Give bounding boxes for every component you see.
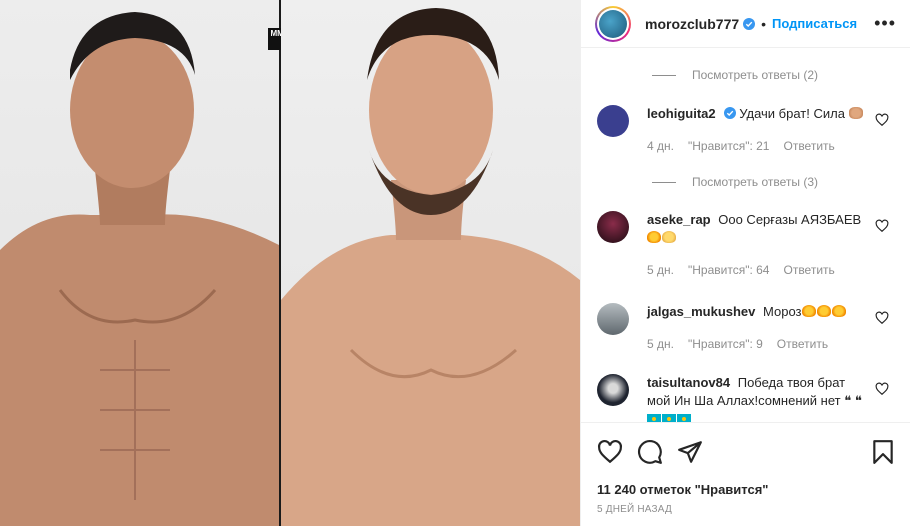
comment-text: Удачи брат! Сила: [739, 106, 845, 121]
comment-item: taisultanov84 Победа твоя брат мой Ин Ша…: [597, 374, 897, 422]
post-header: morozclub777 • Подписаться •••: [581, 0, 910, 48]
comment-username[interactable]: jalgas_mukushev: [647, 304, 755, 319]
verified-icon: [723, 107, 736, 119]
comment-bubble-icon[interactable]: [637, 439, 663, 465]
like-comment-heart-icon[interactable]: [875, 382, 889, 396]
comment-text: Ооо Серғазы АЯЗБАЕВ: [718, 212, 862, 227]
fire-emoji: [816, 305, 831, 317]
reply-button[interactable]: Ответить: [783, 137, 834, 155]
comment-text: Мороз: [763, 304, 802, 319]
fire-emoji: [831, 305, 846, 317]
comment-meta: 4 дн. "Нравится": 21 Ответить: [647, 137, 867, 155]
reply-button[interactable]: Ответить: [783, 261, 834, 279]
comment-likes[interactable]: "Нравится": 21: [688, 137, 770, 155]
comment-item: leohiguita2 Удачи брат! Сила 4 дн. "Нрав…: [597, 105, 897, 155]
view-replies-link[interactable]: Посмотреть ответы (2): [597, 68, 818, 82]
view-replies-link[interactable]: Посмотреть ответы (3): [597, 175, 818, 189]
fire-emoji: [801, 305, 816, 317]
like-comment-heart-icon[interactable]: [875, 219, 889, 233]
comment-item: jalgas_mukushev Мороз 5 дн. "Нравится": …: [597, 303, 897, 353]
comment-avatar[interactable]: [597, 211, 629, 243]
reply-button[interactable]: Ответить: [777, 335, 828, 353]
post-sidebar: morozclub777 • Подписаться ••• Посмотрет…: [580, 0, 910, 526]
comment-username[interactable]: aseke_rap: [647, 212, 711, 227]
view-replies-label[interactable]: Посмотреть ответы (3): [692, 175, 818, 189]
fighter-right-photo: [281, 0, 580, 526]
comments-list[interactable]: Посмотреть ответы (2) leohiguita2 Удачи …: [581, 48, 910, 422]
more-options-icon[interactable]: •••: [874, 13, 896, 34]
fighter-left-photo: [0, 0, 279, 526]
author-username[interactable]: morozclub777: [645, 16, 739, 32]
author-avatar[interactable]: [595, 5, 631, 42]
like-heart-icon[interactable]: [597, 439, 623, 465]
kazakhstan-flag-emoji: [662, 414, 676, 422]
comment-username[interactable]: taisultanov84: [647, 375, 730, 390]
clapping-hands-emoji: [662, 231, 676, 243]
view-replies-label[interactable]: Посмотреть ответы (2): [692, 68, 818, 82]
save-bookmark-icon[interactable]: [870, 439, 896, 465]
like-comment-heart-icon[interactable]: [875, 113, 889, 127]
comment-likes[interactable]: "Нравится": 9: [688, 335, 763, 353]
likes-count[interactable]: 11 240 отметок "Нравится": [581, 480, 910, 500]
instagram-post: MMA morozclub777 • Подписаться ••• Посмо…: [0, 0, 910, 526]
comment-username[interactable]: leohiguita2: [647, 106, 716, 121]
comment-likes[interactable]: "Нравится": 64: [688, 261, 770, 279]
post-actions-bar: [581, 422, 910, 480]
post-image[interactable]: MMA: [0, 0, 580, 526]
follow-button[interactable]: Подписаться: [772, 16, 857, 31]
comment-avatar[interactable]: [597, 105, 629, 137]
comment-age[interactable]: 4 дн.: [647, 137, 674, 155]
comment-meta: 5 дн. "Нравится": 9 Ответить: [647, 335, 867, 353]
comment-age[interactable]: 5 дн.: [647, 261, 674, 279]
separator-dot: •: [761, 15, 767, 32]
fire-emoji: [647, 231, 661, 243]
comment-meta: 5 дн. "Нравится": 64 Ответить: [647, 261, 867, 279]
fighter-right-figure: [281, 8, 580, 526]
like-comment-heart-icon[interactable]: [875, 311, 889, 325]
kazakhstan-flag-emoji: [677, 414, 691, 422]
comment-item: aseke_rap Ооо Серғазы АЯЗБАЕВ 5 дн. "Нра…: [597, 211, 897, 279]
quote-glyphs: ❝ ❝: [844, 393, 862, 408]
comment-age[interactable]: 5 дн.: [647, 335, 674, 353]
post-date[interactable]: 5 ДНЕЙ НАЗАД: [581, 504, 910, 526]
fighter-left-figure: [0, 12, 279, 526]
flexed-biceps-emoji: [848, 107, 863, 119]
verified-icon: [743, 17, 756, 30]
comment-avatar[interactable]: [597, 303, 629, 335]
kazakhstan-flag-emoji: [647, 414, 661, 422]
share-send-icon[interactable]: [677, 439, 703, 465]
comment-avatar[interactable]: [597, 374, 629, 406]
